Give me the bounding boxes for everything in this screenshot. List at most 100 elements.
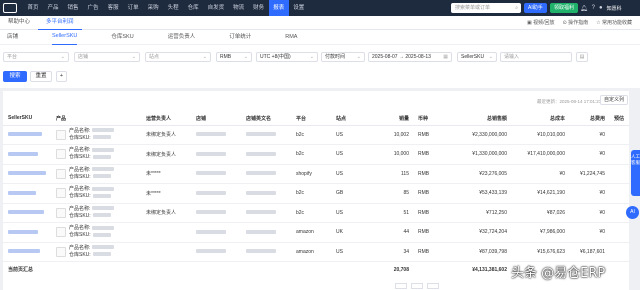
user-name[interactable]: 知愿科 xyxy=(607,5,622,12)
sku-type-select-label: SellerSKU xyxy=(461,54,485,60)
nav-item[interactable]: 仓库 xyxy=(183,0,203,16)
dimension-tab[interactable]: 订单统计 xyxy=(229,30,251,45)
sku-type-select[interactable]: SellerSKU ⌄ xyxy=(457,52,497,62)
avatar[interactable]: ● xyxy=(599,5,603,11)
help-link[interactable]: ☆ 常用功能收藏 xyxy=(596,16,632,30)
table-row[interactable]: 产品名称: 仓库SKU: amazon UK 44 RMB ¥32,724,204 ¥7,98… xyxy=(3,222,629,243)
currency-cell: RMB xyxy=(413,144,453,165)
logo[interactable] xyxy=(3,3,17,13)
nav-item[interactable]: 采购 xyxy=(143,0,163,16)
page-tabbar: 帮助中心 多平台利润 ▣ 视频/回放 ⊙ 操作指南 ☆ 常用功能收藏 xyxy=(0,15,640,31)
dimension-tab[interactable]: 运营负责人 xyxy=(168,30,196,45)
page-current[interactable] xyxy=(411,283,423,289)
dimension-tab[interactable]: 仓库SKU xyxy=(111,30,133,45)
table-row[interactable]: 产品名称: 仓库SKU: 未绑定负责人 b2c US 51 RMB ¥712,250 ¥87,0… xyxy=(3,203,629,223)
site-select[interactable]: 站点 ⌄ xyxy=(145,52,211,62)
nav-item[interactable]: 头程 xyxy=(163,0,183,16)
column-header[interactable]: 预估 xyxy=(609,112,629,126)
search-button[interactable]: 搜索 xyxy=(3,71,27,82)
table-row[interactable]: 产品名称: 仓库SKU: 未绑定负责人 b2c US 10,000 RMB ¥1,330,00… xyxy=(3,144,629,165)
page-total-label: 当前页汇总 xyxy=(8,267,34,274)
nav-item[interactable]: 报表 xyxy=(268,0,289,16)
product-thumbnail xyxy=(56,168,66,179)
table-row[interactable]: 产品名称: 仓库SKU: amazon US 34 RMB ¥87,039,798 ¥15,6… xyxy=(3,242,629,262)
nav-item[interactable]: 财务 xyxy=(249,0,269,16)
page-next[interactable] xyxy=(427,283,439,289)
ai-assistant-button[interactable]: AI助手 xyxy=(524,3,547,13)
dimension-tab[interactable]: 店铺 xyxy=(7,30,18,45)
total-sales: ¥4,131,381,602 xyxy=(472,266,507,273)
column-header[interactable]: 总费用 xyxy=(569,112,609,126)
platform-select[interactable]: 平台 ⌄ xyxy=(3,52,69,62)
site-cell: US xyxy=(331,144,371,165)
table-row[interactable]: 产品名称: 仓库SKU: 未绑定负责人 b2c US 10,002 RMB ¥2,330,00… xyxy=(3,125,629,145)
reset-button[interactable]: 重置 xyxy=(30,71,52,82)
column-header[interactable]: SellerSKU xyxy=(3,112,51,126)
seller-sku-redacted xyxy=(8,229,38,234)
nav-item[interactable]: 订单 xyxy=(123,0,143,16)
dimension-tab[interactable]: RMA xyxy=(285,30,297,45)
date-range-picker[interactable]: 2025-08-07 → 2025-08-13 ▦ xyxy=(368,52,452,62)
page-tab[interactable]: 帮助中心 xyxy=(0,15,38,31)
column-header[interactable]: 店铺 xyxy=(191,112,241,126)
seller-sku-cell[interactable] xyxy=(3,144,51,165)
page-prev[interactable] xyxy=(395,283,407,289)
product-cell: 产品名称: 仓库SKU: xyxy=(51,222,141,243)
warehouse-sku-redacted xyxy=(92,154,111,159)
warehouse-sku-label: 仓库SKU: xyxy=(69,173,91,180)
shop-select[interactable]: 店铺 ⌄ xyxy=(74,52,140,62)
column-header[interactable]: 运营负责人 xyxy=(141,112,191,126)
column-header[interactable]: 销量 xyxy=(371,112,413,126)
seller-sku-cell[interactable] xyxy=(3,242,51,262)
help-link[interactable]: ▣ 视频/回放 xyxy=(527,16,555,30)
shop-en-cell-redacted xyxy=(246,249,276,254)
seller-sku-cell[interactable] xyxy=(3,203,51,223)
column-header[interactable]: 平台 xyxy=(291,112,331,126)
keyword-input[interactable]: 请输入 xyxy=(500,52,572,62)
qty-cell: 85 xyxy=(371,183,413,204)
column-header[interactable]: 产品 xyxy=(51,112,141,126)
column-header[interactable]: 站点 xyxy=(331,112,371,126)
product-name-label: 产品名称: xyxy=(69,225,91,232)
dimension-tab[interactable]: SellerSKU xyxy=(52,29,78,46)
help-icon[interactable]: ? xyxy=(592,5,595,11)
nav-item[interactable]: 广告 xyxy=(83,0,103,16)
column-header[interactable]: 店铺英文名 xyxy=(241,112,291,126)
add-filter-button[interactable]: + xyxy=(56,71,67,82)
seller-sku-redacted xyxy=(8,132,42,137)
currency-select[interactable]: RMB ⌄ xyxy=(216,52,252,62)
column-header[interactable]: 币种 xyxy=(413,112,453,126)
product-thumbnail xyxy=(56,149,66,160)
customer-service-rail[interactable]: 人工客服 xyxy=(631,150,640,196)
fee-cell: ¥0 xyxy=(569,125,609,145)
nav-item[interactable]: 客服 xyxy=(103,0,123,16)
seller-sku-cell[interactable] xyxy=(3,164,51,184)
custom-columns-button[interactable]: 自定义列 xyxy=(600,95,628,105)
column-header[interactable]: 总成本 xyxy=(511,112,569,126)
time-type-select[interactable]: 付款时间 ⌄ xyxy=(321,52,365,62)
search-input[interactable]: 搜索菜单或订单 ⌕ xyxy=(451,3,521,13)
nav-item[interactable]: 设置 xyxy=(289,0,309,16)
shop-en-cell xyxy=(241,203,291,223)
nav-item[interactable]: 物流 xyxy=(229,0,249,16)
currency-cell: RMB xyxy=(413,164,453,184)
ai-float-button[interactable]: AI xyxy=(626,206,639,219)
seller-sku-cell[interactable] xyxy=(3,222,51,243)
seller-sku-cell[interactable] xyxy=(3,183,51,204)
nav-item[interactable]: 自发货 xyxy=(203,0,229,16)
timezone-select[interactable]: UTC +8(中国) ⌄ xyxy=(256,52,318,62)
platform-cell: b2c xyxy=(291,203,331,223)
batch-input-icon[interactable]: ▤ xyxy=(576,52,588,62)
chevron-down-icon: ⌄ xyxy=(202,54,207,60)
warehouse-sku-redacted xyxy=(92,135,111,140)
filter-panel: 平台 ⌄ 店铺 ⌄ 站点 ⌄ RMB ⌄ UTC +8(中国) ⌄ 付款时间 ⌄ 2025-… xyxy=(0,45,640,88)
bell-icon[interactable]: 🔔︎ xyxy=(580,5,588,12)
benefit-button[interactable]: 领取福利 xyxy=(550,3,579,13)
column-header[interactable]: 总销售额 xyxy=(453,112,511,126)
help-link[interactable]: ⊙ 操作指南 xyxy=(563,16,589,30)
product-name-label: 产品名称: xyxy=(69,244,91,251)
table-row[interactable]: 产品名称: 仓库SKU: 未***** b2c GB 85 RMB ¥53,433,139 ¥1… xyxy=(3,183,629,204)
product-name-label: 产品名称: xyxy=(69,205,91,212)
seller-sku-cell[interactable] xyxy=(3,125,51,145)
table-row[interactable]: 产品名称: 仓库SKU: 未***** shopify US 115 RMB ¥23,276,… xyxy=(3,164,629,184)
